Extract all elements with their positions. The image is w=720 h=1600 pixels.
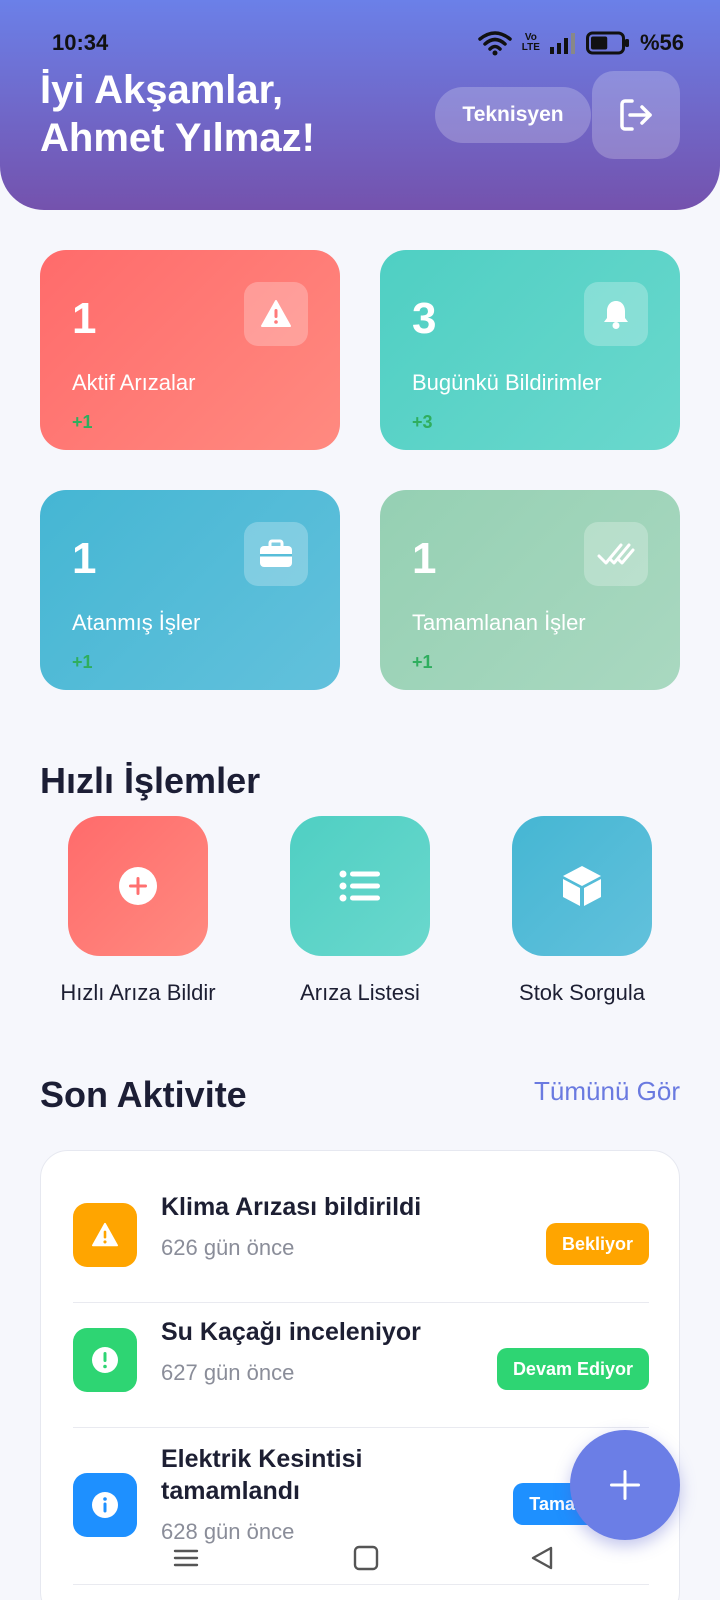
status-badge: Devam Ediyor (496, 1348, 649, 1390)
stat-card-assigned-jobs[interactable]: 1 Atanmış İşler +1 (40, 490, 340, 690)
status-badge: Bekliyor (545, 1223, 649, 1265)
volte-indicator: Vo LTE (522, 33, 540, 53)
stat-delta: +3 (412, 412, 433, 432)
warning-icon (261, 300, 291, 327)
wifi-icon (478, 31, 512, 56)
header: 10:34 Vo LTE %56 İyi Akşamlar, Ahmet Yıl… (0, 0, 720, 210)
stat-icon-box (584, 522, 648, 586)
quick-action-tile[interactable] (68, 816, 208, 956)
activity-title-line-1: Elektrik Kesintisi (161, 1445, 363, 1473)
stat-count: 3 (412, 294, 437, 343)
add-fab-button[interactable] (570, 1430, 680, 1540)
info-icon (92, 1492, 118, 1518)
greeting-line-1: İyi Akşamlar, (40, 68, 284, 112)
quick-action-label: Stok Sorgula (519, 980, 645, 1005)
battery-percent: %56 (639, 30, 684, 55)
greeting: İyi Akşamlar, Ahmet Yılmaz! (40, 66, 315, 162)
activity-icon-box (73, 1473, 137, 1537)
double-check-icon (597, 543, 635, 565)
status-icons: Vo LTE %56 (478, 30, 684, 56)
stat-count: 1 (72, 294, 97, 343)
box-icon (563, 866, 601, 906)
role-chip[interactable]: Teknisyen (435, 87, 591, 143)
quick-action-stock-query[interactable]: Stok Sorgula (472, 816, 692, 1006)
stat-icon-box (244, 522, 308, 586)
quick-actions-title: Hızlı İşlemler (40, 760, 261, 801)
stat-label: Aktif Arızalar (72, 370, 196, 395)
stat-icon-box (244, 282, 308, 346)
briefcase-icon (260, 539, 292, 567)
activity-time: 626 gün önce (161, 1235, 295, 1260)
activity-title: Elektrik Kesintisi tamamlandı (161, 1443, 362, 1507)
status-bar: 10:34 Vo LTE %56 (0, 26, 720, 58)
stat-card-completed-jobs[interactable]: 1 Tamamlanan İşler +1 (380, 490, 680, 690)
quick-action-tile[interactable] (290, 816, 430, 956)
stat-label: Bugünkü Bildirimler (412, 370, 602, 395)
home-nav-icon[interactable] (352, 1544, 380, 1572)
activity-title: Su Kaçağı inceleniyor (161, 1318, 421, 1346)
warning-icon (92, 1222, 118, 1247)
activity-time: 627 gün önce (161, 1360, 295, 1385)
plus-circle-icon (119, 867, 157, 905)
list-icon (339, 870, 380, 902)
logout-icon (620, 99, 652, 131)
quick-action-fault-list[interactable]: Arıza Listesi (250, 816, 470, 1006)
stat-card-today-notifications[interactable]: 3 Bugünkü Bildirimler +3 (380, 250, 680, 450)
activity-icon-box (73, 1328, 137, 1392)
activity-item[interactable]: Su Kaçağı inceleniyor 627 gün önce Devam… (73, 1304, 649, 1428)
quick-action-label: Hızlı Arıza Bildir (60, 980, 216, 1005)
logout-button[interactable] (592, 71, 680, 159)
greeting-line-2: Ahmet Yılmaz! (40, 116, 315, 160)
activity-title: Klima Arızası bildirildi (161, 1193, 422, 1221)
menu-nav-icon[interactable] (172, 1544, 200, 1572)
volte-bottom: LTE (521, 42, 540, 53)
signal-icon (549, 33, 575, 54)
system-nav-bar (0, 1530, 720, 1590)
stat-delta: +1 (72, 652, 93, 672)
quick-action-tile[interactable] (512, 816, 652, 956)
stat-icon-box (584, 282, 648, 346)
stat-label: Atanmış İşler (72, 610, 201, 635)
plus-icon (610, 1470, 640, 1500)
stat-label: Tamamlanan İşler (412, 610, 586, 635)
battery-icon (585, 31, 629, 55)
activity-icon-box (73, 1203, 137, 1267)
activity-title-line-2: tamamlandı (161, 1477, 300, 1505)
stat-count: 1 (72, 534, 97, 583)
stat-card-active-faults[interactable]: 1 Aktif Arızalar +1 (40, 250, 340, 450)
activity-item[interactable]: Klima Arızası bildirildi 626 gün önce Be… (73, 1179, 649, 1303)
back-nav-icon[interactable] (528, 1544, 556, 1572)
exclamation-icon (92, 1347, 118, 1373)
stat-delta: +1 (72, 412, 93, 432)
status-time: 10:34 (52, 30, 109, 55)
stat-count: 1 (412, 534, 437, 583)
see-all-link[interactable]: Tümünü Gör (534, 1076, 680, 1107)
bell-icon (604, 301, 628, 329)
quick-action-report-fault[interactable]: Hızlı Arıza Bildir (28, 816, 248, 1006)
quick-action-label: Arıza Listesi (300, 980, 420, 1005)
stat-delta: +1 (412, 652, 433, 672)
recent-activity-title: Son Aktivite (40, 1074, 247, 1115)
